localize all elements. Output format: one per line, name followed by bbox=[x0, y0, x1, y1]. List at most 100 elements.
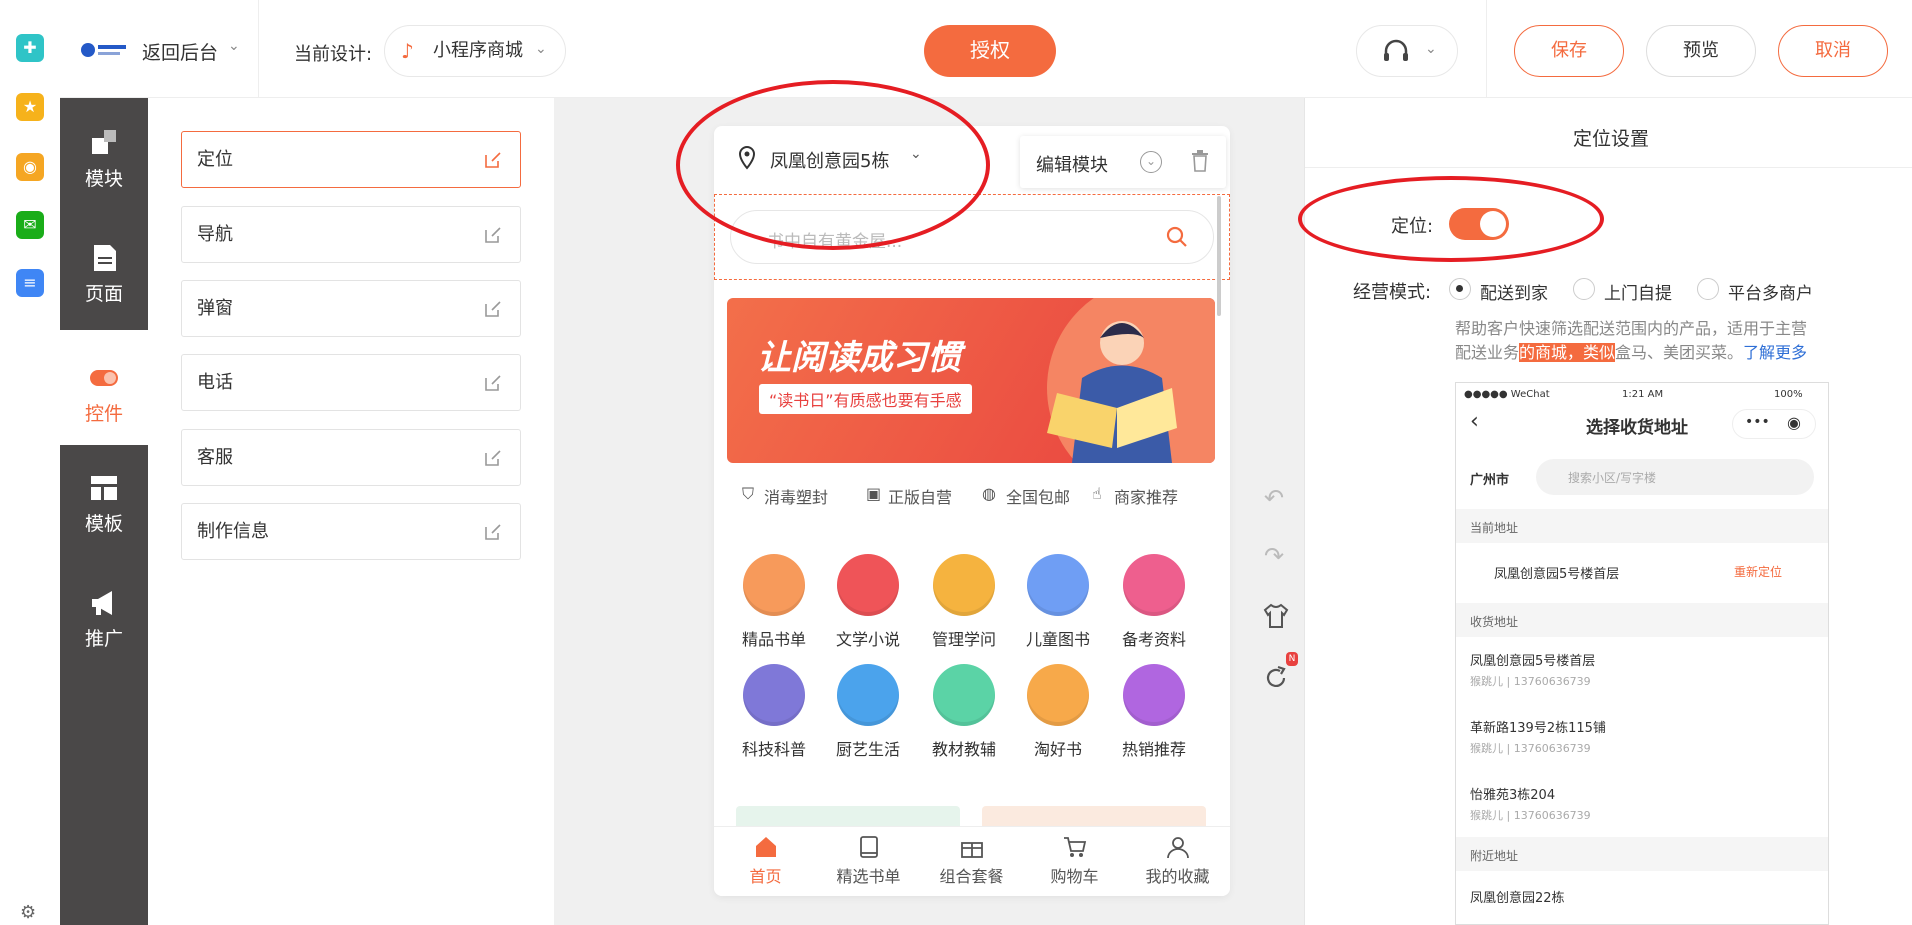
category-item[interactable]: 管理学问 bbox=[924, 554, 1004, 650]
banner-title: 让阅读成习惯 bbox=[757, 338, 961, 378]
theme-shirt-icon[interactable] bbox=[1262, 602, 1290, 630]
design-selector[interactable]: ♪ 小程序商城 ⌄ bbox=[384, 25, 566, 77]
widget-phone[interactable]: 电话 bbox=[181, 354, 521, 411]
authorize-button[interactable]: 授权 bbox=[924, 25, 1056, 77]
trash-icon[interactable] bbox=[1190, 150, 1210, 172]
sidebar-item-label: 模板 bbox=[84, 513, 123, 535]
preview-button[interactable]: 预览 bbox=[1646, 25, 1756, 77]
settings-gear-icon[interactable]: ⚙ bbox=[20, 903, 40, 923]
category-icon bbox=[1027, 664, 1089, 726]
nearby-address: 凤凰创意园22栋 bbox=[1470, 891, 1565, 906]
template-icon bbox=[91, 476, 117, 500]
edit-module-button[interactable]: 编辑模块 bbox=[1036, 151, 1108, 177]
category-item[interactable]: 教材教辅 bbox=[924, 664, 1004, 760]
mode-radio-multi-merchant[interactable] bbox=[1697, 278, 1719, 300]
tab-label: 首页 bbox=[749, 867, 782, 886]
widget-location[interactable]: 定位 bbox=[181, 131, 521, 188]
refresh-icon[interactable] bbox=[1262, 664, 1290, 692]
edit-icon[interactable] bbox=[484, 374, 502, 392]
saved-address-contact: 猴跳儿 | 13760636739 bbox=[1470, 675, 1591, 688]
address-selector-preview: ●●●●● WeChat 1:21 AM 100% ‹ 选择收货地址 ••• ◉ … bbox=[1455, 382, 1829, 925]
tab-cart[interactable]: 购物车 bbox=[1023, 835, 1126, 887]
edit-icon[interactable] bbox=[484, 226, 502, 244]
support-menu[interactable]: ⌄ bbox=[1356, 25, 1458, 77]
mail-app-icon[interactable]: ✉ bbox=[16, 211, 44, 239]
preview-search-placeholder: 搜索小区/写字楼 bbox=[1568, 471, 1657, 485]
save-button[interactable]: 保存 bbox=[1514, 25, 1624, 77]
sidebar-item-label: 控件 bbox=[84, 403, 123, 425]
sidebar-item-pages[interactable]: 页面 bbox=[60, 243, 148, 306]
category-item[interactable]: 儿童图书 bbox=[1018, 554, 1098, 650]
banner-image[interactable]: 让阅读成习惯 “读书日”有质感也要有手感 bbox=[727, 298, 1215, 463]
widget-label: 客服 bbox=[197, 447, 233, 468]
saved-address-name: 凤凰创意园5号楼首层 bbox=[1470, 654, 1596, 669]
tab-bundles[interactable]: 组合套餐 bbox=[920, 835, 1023, 887]
edit-icon[interactable] bbox=[484, 300, 502, 318]
doc-app-icon[interactable]: ≡ bbox=[16, 269, 44, 297]
preview-title: 选择收货地址 bbox=[1586, 418, 1688, 438]
category-item[interactable]: 热销推荐 bbox=[1114, 664, 1194, 760]
blocks-icon bbox=[92, 130, 116, 154]
category-label: 备考资料 bbox=[1121, 630, 1186, 649]
star-app-icon[interactable]: ★ bbox=[16, 93, 44, 121]
widget-popup[interactable]: 弹窗 bbox=[181, 280, 521, 337]
top-bar: 返回后台 ⌄ 当前设计: ♪ 小程序商城 ⌄ 授权 ⌄ 保存 预览 取消 bbox=[60, 0, 1912, 98]
preview-search: 搜索小区/写字楼 bbox=[1536, 459, 1814, 495]
category-item[interactable]: 科技科普 bbox=[734, 664, 814, 760]
tab-favorites[interactable]: 我的收藏 bbox=[1126, 835, 1229, 887]
business-mode-label: 经营模式: bbox=[1353, 282, 1432, 303]
reading-person-illustration bbox=[1047, 321, 1177, 463]
sidebar-item-modules[interactable]: 模块 bbox=[60, 128, 148, 191]
category-icon bbox=[743, 664, 805, 726]
description-line2: 配送业务的商城，类似盒马、美团买菜。了解更多 bbox=[1455, 339, 1807, 363]
category-item[interactable]: 厨艺生活 bbox=[828, 664, 908, 760]
description-text: 配送业务 bbox=[1455, 343, 1520, 362]
category-label: 儿童图书 bbox=[1025, 630, 1090, 649]
tab-home[interactable]: 首页 bbox=[714, 835, 817, 887]
category-item[interactable]: 文学小说 bbox=[828, 554, 908, 650]
shield-icon: ⛉ bbox=[742, 484, 755, 503]
search-icon[interactable] bbox=[1165, 225, 1189, 249]
chevron-down-icon[interactable]: ⌄ bbox=[228, 38, 240, 54]
category-icon bbox=[1123, 554, 1185, 616]
category-item[interactable]: 备考资料 bbox=[1114, 554, 1194, 650]
collapse-icon[interactable]: ⌄ bbox=[1140, 151, 1162, 173]
redo-icon[interactable]: ↷ bbox=[1264, 542, 1284, 570]
toggle-icon bbox=[90, 370, 118, 386]
mode-radio-pickup[interactable] bbox=[1573, 278, 1595, 300]
sidebar-item-promote[interactable]: 推广 bbox=[60, 588, 148, 651]
brand-logo bbox=[80, 38, 128, 62]
description-text: 盒马、美团买菜。 bbox=[1615, 343, 1744, 362]
category-item[interactable]: 精品书单 bbox=[734, 554, 814, 650]
scrollbar[interactable] bbox=[1217, 196, 1221, 316]
edit-icon[interactable] bbox=[484, 151, 502, 169]
weibo-app-icon[interactable]: ◉ bbox=[16, 153, 44, 181]
app-dock: ✚ ★ ◉ ✉ ≡ ⚙ bbox=[0, 0, 60, 925]
back-to-admin-link[interactable]: 返回后台 bbox=[142, 38, 218, 65]
widget-label: 导航 bbox=[197, 224, 233, 245]
sidebar-item-templates[interactable]: 模板 bbox=[60, 473, 148, 536]
widget-label: 定位 bbox=[197, 149, 233, 170]
undo-icon[interactable]: ↶ bbox=[1264, 484, 1284, 512]
tab-booklists[interactable]: 精选书单 bbox=[817, 835, 920, 887]
edit-icon[interactable] bbox=[484, 449, 502, 467]
learn-more-link[interactable]: 了解更多 bbox=[1743, 343, 1807, 362]
mode-label: 配送到家 bbox=[1480, 284, 1548, 304]
category-icon bbox=[1123, 664, 1185, 726]
plus-app-icon[interactable]: ✚ bbox=[16, 34, 44, 62]
category-icon bbox=[933, 554, 995, 616]
widget-navigation[interactable]: 导航 bbox=[181, 206, 521, 263]
widget-customer-service[interactable]: 客服 bbox=[181, 429, 521, 486]
cancel-button[interactable]: 取消 bbox=[1778, 25, 1888, 77]
widget-credits[interactable]: 制作信息 bbox=[181, 503, 521, 560]
edit-icon[interactable] bbox=[484, 523, 502, 541]
mode-radio-delivery[interactable] bbox=[1449, 278, 1471, 300]
widget-label: 电话 bbox=[197, 372, 233, 393]
category-label: 管理学问 bbox=[931, 630, 996, 649]
category-item[interactable]: 淘好书 bbox=[1018, 664, 1098, 760]
globe-icon: ◍ bbox=[982, 484, 996, 503]
capsule-menu: ••• ◉ bbox=[1732, 409, 1816, 439]
sidebar-item-label: 推广 bbox=[84, 628, 123, 650]
sidebar-item-controls[interactable]: 控件 bbox=[60, 363, 148, 426]
annotation-circle bbox=[1298, 176, 1604, 262]
